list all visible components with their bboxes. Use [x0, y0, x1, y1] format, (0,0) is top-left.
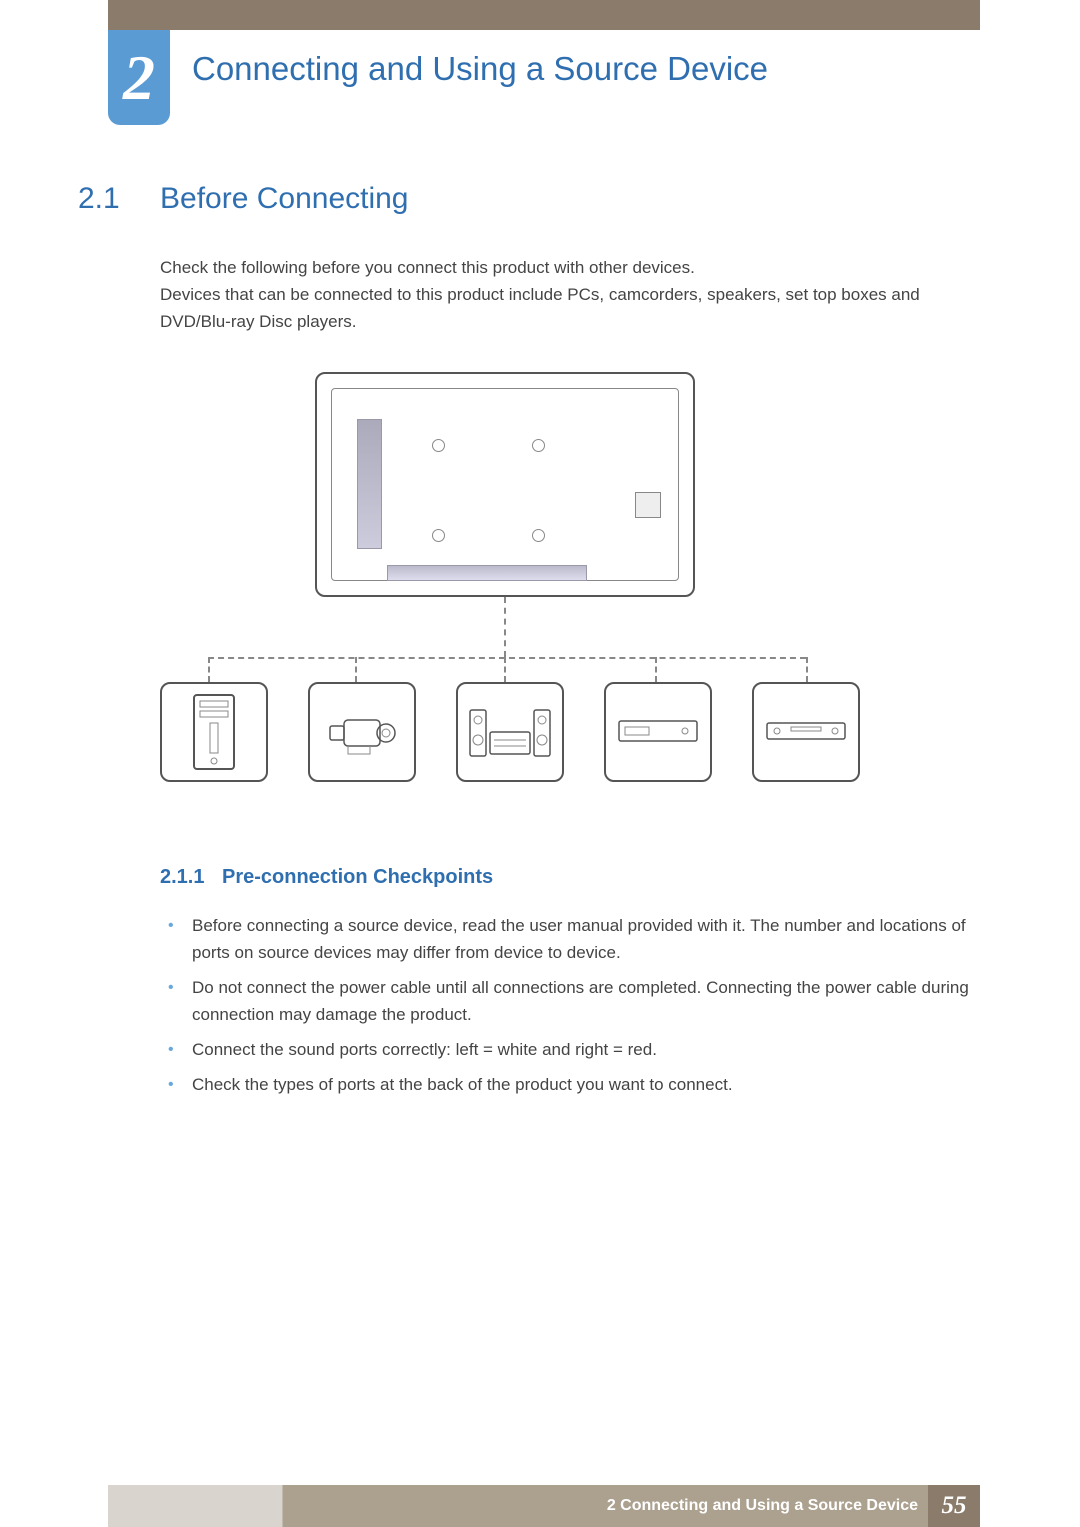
- section-number: 2.1: [78, 182, 160, 216]
- bottom-port-panel-icon: [387, 565, 587, 581]
- connector-line: [655, 657, 657, 682]
- subsection-heading: 2.1.1 Pre-connection Checkpoints: [160, 866, 493, 889]
- connector-line: [504, 597, 506, 657]
- side-port-panel-icon: [357, 419, 382, 549]
- section-title: Before Connecting: [160, 182, 409, 216]
- chapter-number: 2: [123, 46, 155, 110]
- tv-back-panel-icon: [315, 372, 695, 597]
- device-pc-tower: [160, 682, 268, 782]
- intro-line-2: Devices that can be connected to this pr…: [160, 281, 980, 335]
- small-port-icon: [635, 492, 661, 518]
- page-footer: 2 Connecting and Using a Source Device 5…: [108, 1485, 980, 1527]
- subsection-title: Pre-connection Checkpoints: [222, 866, 493, 889]
- subsection-number: 2.1.1: [160, 866, 222, 889]
- set-top-box-icon: [615, 715, 701, 749]
- speaker-system-icon: [466, 702, 554, 762]
- vesa-hole-icon: [532, 439, 545, 452]
- tv-inner-panel: [331, 388, 679, 581]
- intro-line-1: Check the following before you connect t…: [160, 254, 980, 281]
- device-set-top-box: [604, 682, 712, 782]
- pc-tower-icon: [190, 693, 238, 771]
- chapter-title: Connecting and Using a Source Device: [192, 50, 768, 88]
- connector-line: [504, 657, 506, 682]
- vesa-hole-icon: [432, 529, 445, 542]
- page-number-badge: 55: [928, 1485, 980, 1527]
- connector-line: [208, 657, 806, 659]
- section-intro: Check the following before you connect t…: [160, 254, 980, 335]
- header-strip: [108, 0, 980, 30]
- connection-diagram: [160, 372, 860, 802]
- vesa-hole-icon: [532, 529, 545, 542]
- device-bluray-player: [752, 682, 860, 782]
- checkpoint-list: Before connecting a source device, read …: [160, 912, 980, 1106]
- vesa-hole-icon: [432, 439, 445, 452]
- list-item: Do not connect the power cable until all…: [160, 974, 980, 1028]
- chapter-number-badge: 2: [108, 30, 170, 125]
- bluray-player-icon: [763, 717, 849, 747]
- connector-line: [355, 657, 357, 682]
- list-item: Check the types of ports at the back of …: [160, 1071, 980, 1098]
- section-heading: 2.1 Before Connecting: [78, 182, 409, 216]
- list-item: Connect the sound ports correctly: left …: [160, 1036, 980, 1063]
- page-number: 55: [942, 1492, 967, 1520]
- footer-chapter-ref: 2 Connecting and Using a Source Device: [607, 1497, 918, 1515]
- camcorder-icon: [326, 706, 398, 758]
- connector-line: [208, 657, 210, 682]
- list-item: Before connecting a source device, read …: [160, 912, 980, 966]
- connector-line: [806, 657, 808, 682]
- device-row: [160, 682, 860, 782]
- device-speaker-amp: [456, 682, 564, 782]
- device-camcorder: [308, 682, 416, 782]
